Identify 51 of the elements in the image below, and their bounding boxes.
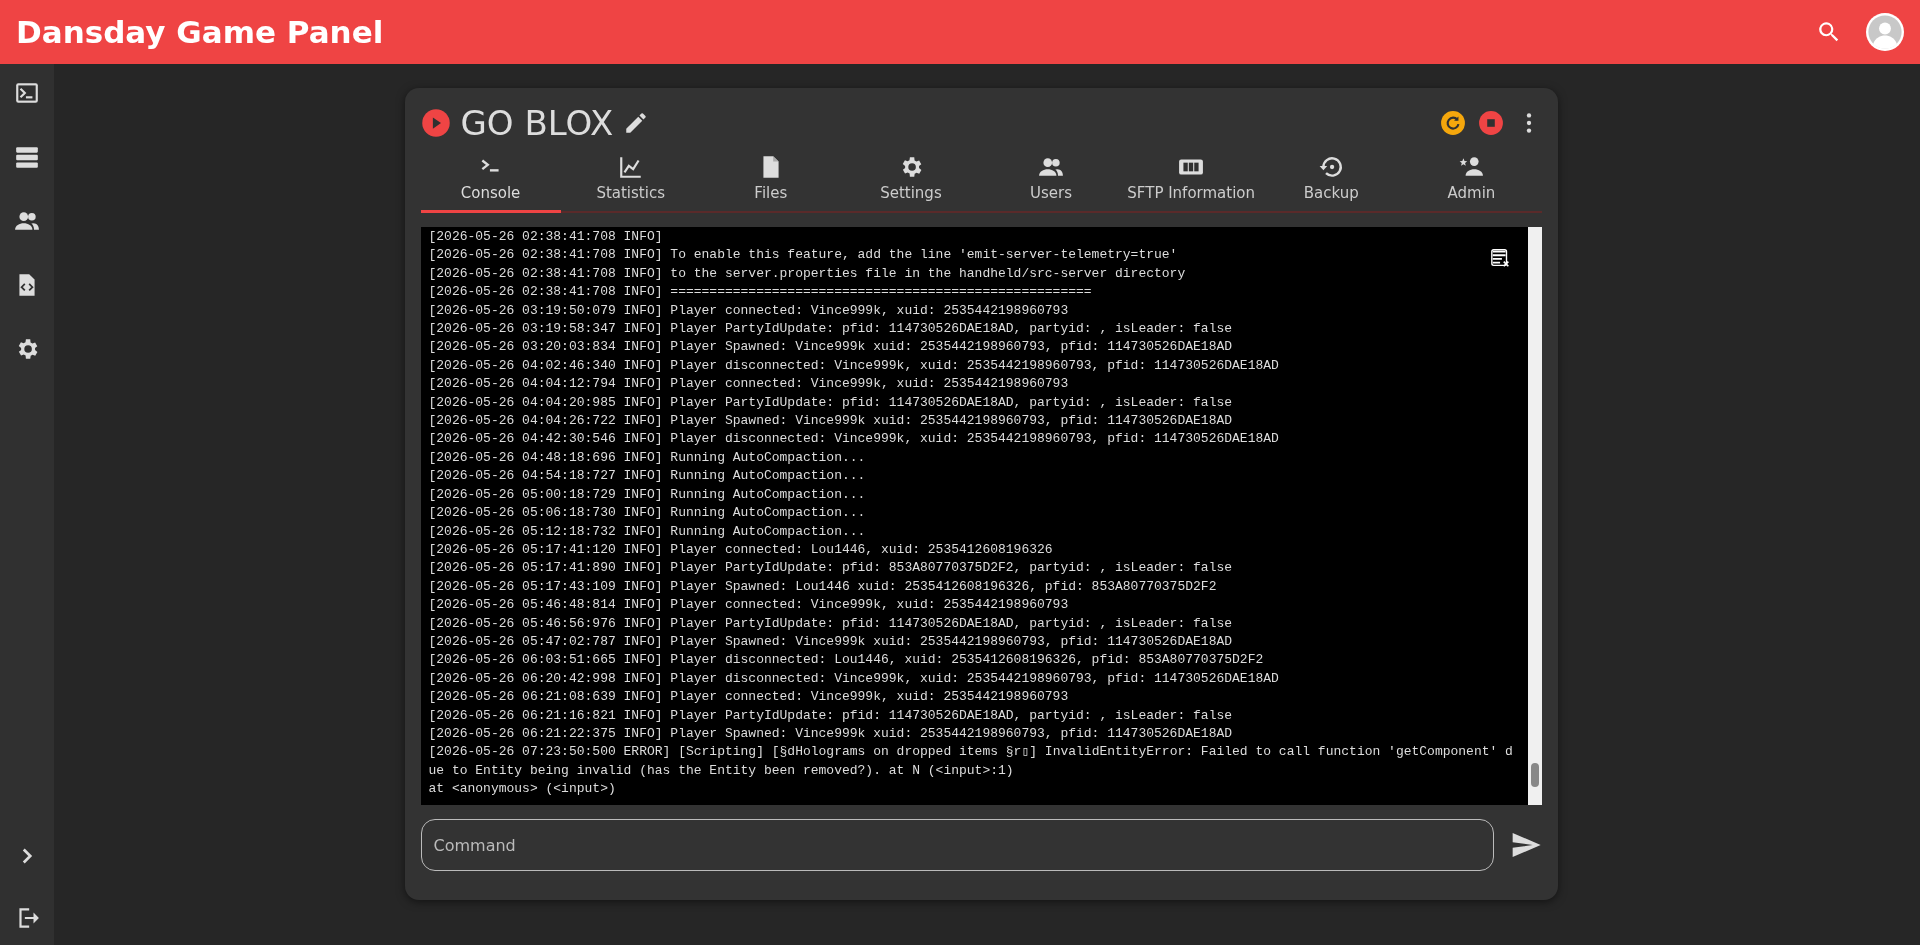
log-line: [2026-05-26 06:21:22:375 INFO] Player Spawned: Vince999k xuid: 2535442198960793, pfid: 114730526DAE18AD (428, 724, 1233, 743)
log-line: [2026-05-26 03:19:58:347 INFO] Player PartyIdUpdate: pfid: 114730526DAE18AD, partyid: , isLeader: false (428, 320, 1233, 339)
tab[interactable]: Users (981, 152, 1122, 213)
log-line: [2026-05-26 06:21:16:821 INFO] Player PartyIdUpdate: pfid: 114730526DAE18AD, partyid: , isLeader: false (428, 706, 1233, 725)
log-line: [2026-05-26 04:04:12:794 INFO] Player connected: Vince999k, xuid: 2535442198960793 (428, 375, 1069, 394)
log-line: [2026-05-26 05:12:18:732 INFO] Running AutoCompaction... (428, 522, 866, 541)
log-line: [2026-05-26 06:03:51:665 INFO] Player disconnected: Lou1446, xuid: 2535412608196326, pfid: 853A80770375D2F2 (428, 651, 1264, 670)
avatar-icon[interactable] (1866, 13, 1904, 51)
chart-icon (617, 154, 644, 180)
app-title: Dansday Game Panel (16, 14, 384, 50)
terminal-icon[interactable] (14, 80, 40, 106)
log-line: [2026-05-26 05:17:41:890 INFO] Player PartyIdUpdate: pfid: 853A80770375D2F2, partyid: , isLeader: false (428, 559, 1233, 578)
restore-icon (1318, 154, 1345, 180)
tab[interactable]: SFTP Information (1121, 152, 1262, 213)
log-line: [2026-05-26 05:17:43:109 INFO] Player Spawned: Lou1446 xuid: 2535412608196326, pfid: 853A80770375D2F2 (428, 577, 1217, 596)
log-line: [2026-05-26 05:17:41:120 INFO] Player connected: Lou1446, xuid: 2535412608196326 (428, 540, 1053, 559)
tab[interactable]: Backup (1261, 152, 1402, 213)
log-line: [2026-05-26 02:38:41:708 INFO] (428, 228, 663, 246)
log-line: [2026-05-26 04:02:46:340 INFO] Player disconnected: Vince999k, xuid: 2535442198960793, pfid: 114730526DAE18AD (428, 356, 1279, 375)
restart-icon[interactable] (1439, 110, 1466, 136)
server-icon[interactable] (14, 144, 40, 170)
log-line: [2026-05-26 06:21:08:639 INFO] Player connected: Vince999k, xuid: 2535442198960793 (428, 688, 1069, 707)
tab[interactable]: Files (700, 152, 841, 213)
tab[interactable]: Statistics (560, 152, 701, 213)
log-line: [2026-05-26 02:38:41:708 INFO] to the server.properties file in the handheld/src-server directory (428, 264, 1186, 283)
tab[interactable]: Admin (1401, 152, 1542, 213)
scrollbar[interactable] (1527, 227, 1542, 805)
play-icon[interactable] (420, 108, 451, 138)
log-line: [2026-05-26 05:46:48:814 INFO] Player connected: Vince999k, xuid: 2535442198960793 (428, 596, 1069, 615)
log-line: [2026-05-26 02:38:41:708 INFO] ====================================================== (428, 283, 1092, 302)
tab[interactable]: Settings (840, 152, 981, 213)
log-line: [2026-05-26 05:00:18:729 INFO] Running AutoCompaction... (428, 485, 866, 504)
log-line: [2026-05-26 05:46:56:976 INFO] Player PartyIdUpdate: pfid: 114730526DAE18AD, partyid: , isLeader: false (428, 614, 1233, 633)
command-field[interactable]: Command (420, 819, 1494, 871)
log-line: [2026-05-26 02:38:41:708 INFO] To enable this feature, add the line 'emit-server-telemetry=true' (428, 246, 1178, 265)
stop-icon[interactable] (1477, 110, 1504, 136)
log-line: [2026-05-26 04:48:18:696 INFO] Running AutoCompaction... (428, 448, 866, 467)
log-line: [2026-05-26 04:04:26:722 INFO] Player Spawned: Vince999k xuid: 2535442198960793, pfid: 114730526DAE18AD (428, 412, 1233, 431)
clear-log-icon[interactable] (1489, 247, 1512, 269)
log-line: at <anonymous> (<input>) (428, 780, 616, 799)
log-line: [2026-05-26 04:54:18:727 INFO] Running AutoCompaction... (428, 467, 866, 486)
log-line: [2026-05-26 07:23:50:500 ERROR] [Scripting] [§dHolograms on dropped items §r▯] InvalidEntityError: Failed to call function 'getComponent' due to Entity being invalid (has the Entity been removed?). at N (<input>:1) (428, 743, 1514, 780)
log-line: [2026-05-26 05:47:02:787 INFO] Player Spawned: Vince999k xuid: 2535442198960793, pfid: 114730526DAE18AD (428, 632, 1233, 651)
log-line: [2026-05-26 03:19:50:079 INFO] Player connected: Vince999k, xuid: 2535442198960793 (428, 301, 1069, 320)
log-line: [2026-05-26 05:06:18:730 INFO] Running AutoCompaction... (428, 504, 866, 523)
tab[interactable]: Console (420, 152, 561, 213)
log-line: [2026-05-26 06:20:42:998 INFO] Player disconnected: Vince999k, xuid: 2535442198960793, pfid: 114730526DAE18AD (428, 669, 1279, 688)
log-line: [2026-05-26 04:04:20:985 INFO] Player PartyIdUpdate: pfid: 114730526DAE18AD, partyid: , isLeader: false (428, 393, 1233, 412)
server-name: GO BLOX (460, 103, 614, 143)
log-line: [2026-05-26 03:20:03:834 INFO] Player Spawned: Vince999k xuid: 2535442198960793, pfid: 114730526DAE18AD (428, 338, 1233, 357)
log-line: [2026-05-26 04:42:30:546 INFO] Player disconnected: Vince999k, xuid: 2535442198960793, pfid: 114730526DAE18AD (428, 430, 1279, 449)
